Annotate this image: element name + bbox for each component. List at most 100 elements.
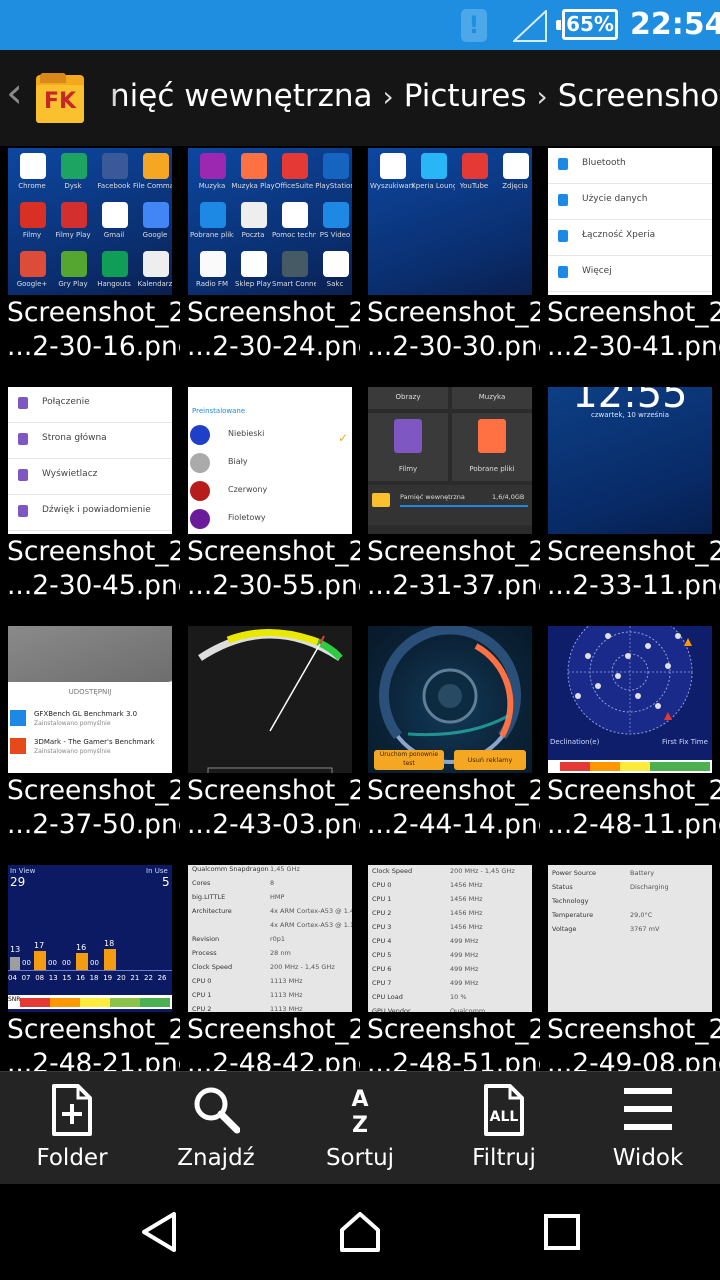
file-item[interactable]: Obrazy Muzyka Filmy Pobrane pliki Pamięć wew… — [360, 385, 540, 624]
app-label: Wyszukiwanie głosowe — [370, 182, 414, 190]
file-item[interactable]: Muzyka Muzyka Play OfficeSuite PlayStation P… — [180, 146, 360, 385]
sat-label: 07 — [21, 974, 31, 982]
app-icon — [503, 153, 529, 179]
spec-key: Clock Speed — [192, 963, 233, 971]
file-thumbnail — [188, 626, 352, 773]
folder-icon — [372, 493, 390, 507]
setting-label: Więcej — [582, 266, 612, 276]
new-folder-button[interactable]: Folder — [0, 1072, 144, 1185]
setting-icon — [558, 230, 568, 242]
file-name-line1: Screenshot_2 — [7, 297, 180, 328]
file-item[interactable]: Uruchom ponownie test Usuń reklamy Screens… — [360, 624, 540, 863]
view-button[interactable]: Widok — [576, 1072, 720, 1185]
settings-row: Bluetooth — [548, 148, 712, 184]
home-icon[interactable] — [338, 1210, 382, 1254]
snr-segment — [20, 998, 50, 1007]
app-label: PlayStation — [315, 182, 352, 190]
breadcrumb-item-storage[interactable]: nięć wewnętrzna — [110, 78, 373, 114]
file-thumbnail: Połączenie Strona główna Wyświetlacz Dźwięk… — [8, 387, 172, 534]
find-button[interactable]: Znajdź — [144, 1072, 288, 1185]
spec-value: 1113 MHz — [270, 991, 303, 999]
status-bar: 65% 22:54 — [0, 0, 720, 50]
spec-key: CPU 0 — [192, 977, 212, 985]
file-name-line2: ...2-30-55.png — [187, 570, 360, 601]
breadcrumb-item-screenshots[interactable]: Screenshots — [558, 78, 720, 114]
folder-label: Folder — [36, 1145, 108, 1171]
file-item[interactable]: Połączenie Strona główna Wyświetlacz Dźwięk… — [0, 385, 180, 624]
app-icon — [462, 153, 488, 179]
file-item[interactable]: Clock Speed 200 MHz - 1,45 GHz CPU 0 1456 M… — [360, 863, 540, 1071]
storage-size: 1,6/4,0GB — [492, 493, 525, 501]
file-item[interactable]: In View In Use 29 5 13 17 16 18 00 00 00 00 04 07 08 13… — [0, 863, 180, 1071]
app-logo[interactable]: FK — [36, 73, 84, 123]
spec-key: CPU 4 — [372, 937, 392, 945]
app-label: Chrome — [18, 182, 46, 190]
filter-label: Filtruj — [472, 1145, 536, 1171]
file-thumbnail: Muzyka Muzyka Play OfficeSuite PlayStation P… — [188, 148, 352, 295]
spec-key: Qualcomm Snapdragon — [192, 865, 269, 873]
spec-key: Revision — [192, 935, 220, 943]
app-icon — [20, 251, 46, 277]
breadcrumb-item-pictures[interactable]: Pictures — [404, 78, 527, 114]
file-item[interactable]: Screenshot_2 ...2-43-03.png — [180, 624, 360, 863]
file-item[interactable]: 12:55 czwartek, 10 września Screenshot_2..… — [540, 385, 720, 624]
app-label: Filmy Play — [55, 231, 91, 239]
clock: 22:54 — [630, 7, 720, 42]
spec-value: 1113 MHz — [270, 977, 303, 985]
spec-key: CPU Load — [372, 993, 403, 1001]
color-swatch — [190, 453, 210, 473]
file-item[interactable]: Chrome Dysk FacebookFile Commander Filmy Fil… — [0, 146, 180, 385]
tile-label: Muzyka — [478, 393, 506, 401]
sat-label: 18 — [104, 939, 115, 948]
color-label: Fioletowy — [228, 513, 266, 522]
spec-row: CPU 0 1456 MHz — [372, 881, 532, 893]
color-swatch — [190, 481, 210, 501]
spec-key: CPU 7 — [372, 979, 392, 987]
app-icon — [323, 251, 349, 277]
sat-label: In Use — [146, 867, 168, 875]
file-thumbnail: Declination(e) First Fix Time — [548, 626, 712, 773]
bottom-toolbar: Folder Znajdź A Z Sortuj ALL Filtruj Wid… — [0, 1071, 720, 1184]
file-item[interactable]: Power Source Battery Status Discharging Tech… — [540, 863, 720, 1071]
tile-label: Filmy — [398, 465, 418, 473]
app-icon — [143, 202, 169, 228]
spec-value: 1456 MHz — [450, 881, 483, 889]
file-thumbnail: Clock Speed 200 MHz - 1,45 GHz CPU 0 1456 M… — [368, 865, 532, 1012]
setting-icon — [558, 266, 568, 278]
file-item[interactable]: Qualcomm Snapdragon 1,45 GHz Cores 8 big.LIT… — [180, 863, 360, 1071]
setting-icon — [18, 469, 28, 481]
spec-value: 1113 MHz — [270, 1005, 303, 1012]
settings-row: Strona główna — [8, 423, 172, 459]
file-item[interactable]: Bluetooth Użycie danych Łączność Xperia Wię… — [540, 146, 720, 385]
file-thumbnail: In View In Use 29 5 13 17 16 18 00 00 00 00 04 07 08 13… — [8, 865, 172, 1012]
chevron-left-icon[interactable]: ‹ — [6, 68, 23, 117]
spec-key: CPU 5 — [372, 951, 392, 959]
app-label: Muzyka Play — [231, 182, 275, 190]
video-icon — [394, 419, 422, 453]
sat-label: 17 — [34, 941, 45, 950]
logo-text: FK — [43, 89, 77, 114]
file-item[interactable]: Declination(e) First Fix Time Screenshot_2… — [540, 624, 720, 863]
spec-key: CPU 1 — [192, 991, 212, 999]
filter-button[interactable]: ALL Filtruj — [432, 1072, 576, 1185]
sat-label: 08 — [35, 974, 45, 982]
back-icon[interactable] — [138, 1210, 182, 1254]
file-name: Screenshot_2 ...2-30-55.png — [180, 535, 360, 603]
file-thumbnail: Preinstalowane Niebieski Biały Czerwony Fiol… — [188, 387, 352, 534]
app-label: Google — [142, 231, 168, 239]
spec-value: 3767 mV — [630, 925, 660, 933]
recents-icon[interactable] — [540, 1210, 584, 1254]
file-name-line2: ...2-30-24.png — [187, 331, 360, 362]
spec-row: Clock Speed 200 MHz - 1,45 GHz — [192, 963, 352, 975]
svg-text:Z: Z — [352, 1113, 368, 1136]
spec-row: Power Source Battery — [552, 869, 712, 881]
file-item[interactable]: UDOSTĘPNIJ GFXBench GL Benchmark 3.0 Zains… — [0, 624, 180, 863]
file-name-line1: Screenshot_2 — [367, 536, 540, 567]
file-item[interactable]: Wyszukiwanie głosoweXperia Lounge YouTube… — [360, 146, 540, 385]
file-item[interactable]: Preinstalowane Niebieski Biały Czerwony Fiol… — [180, 385, 360, 624]
sort-button[interactable]: A Z Sortuj — [288, 1072, 432, 1185]
app-icon — [10, 710, 26, 726]
file-name: Screenshot_2 ...2-31-37.png — [360, 535, 540, 603]
gauge-graphic — [198, 629, 343, 773]
file-name: Screenshot_2 ...2-49-08.png — [540, 1013, 720, 1071]
